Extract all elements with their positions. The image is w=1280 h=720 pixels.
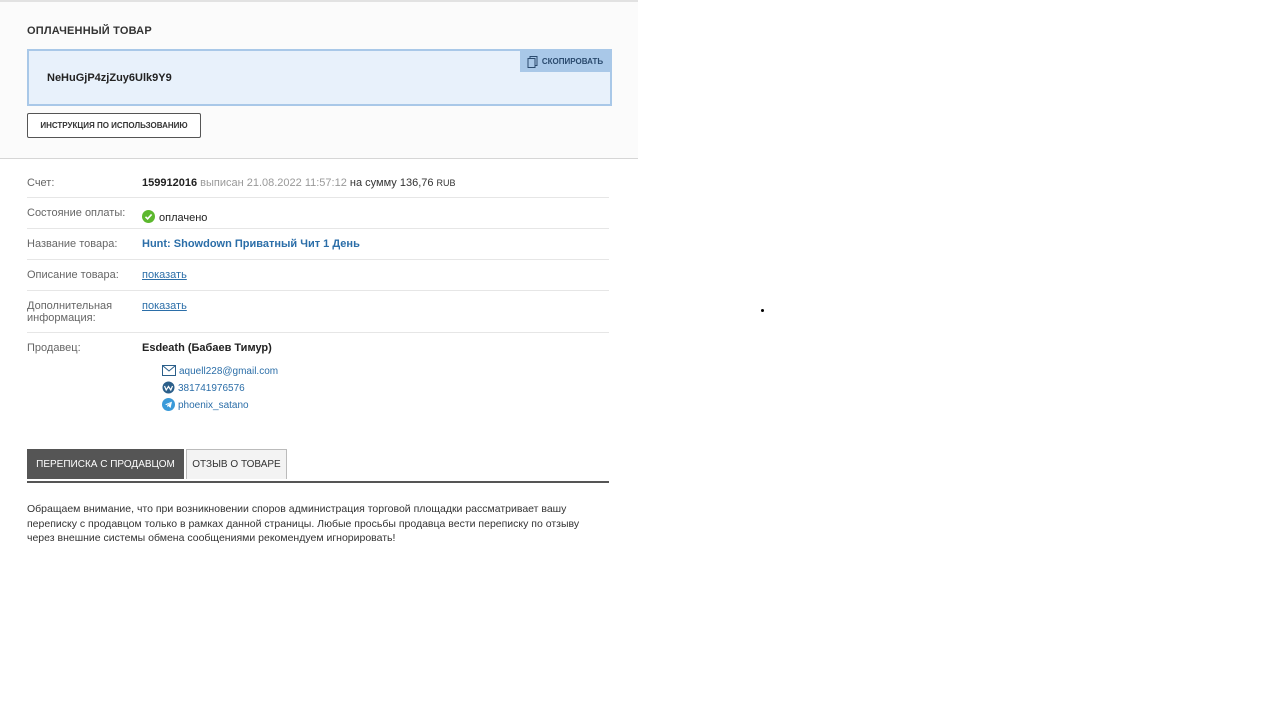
invoice-row: Счет: 159912016 выписан 21.08.2022 11:57…	[27, 168, 609, 198]
seller-name: Esdeath (Бабаев Тимур)	[142, 342, 272, 354]
copy-label: СКОПИРОВАТЬ	[541, 57, 604, 66]
invoice-number: 159912016	[142, 177, 198, 189]
instruction-button[interactable]: ИНСТРУКЦИЯ ПО ИСПОЛЬЗОВАНИЮ	[27, 113, 201, 138]
invoice-currency: RUB	[436, 178, 456, 188]
payment-status-row: Состояние оплаты: оплачено	[27, 198, 609, 229]
product-code-box[interactable]: NeHuGjP4zjZuy6Ulk9Y9 СКОПИРОВАТЬ	[27, 49, 612, 106]
product-code[interactable]: NeHuGjP4zjZuy6Ulk9Y9	[47, 72, 172, 84]
invoice-value: 159912016 выписан 21.08.2022 11:57:12 на…	[142, 177, 609, 189]
seller-value: Esdeath (Бабаев Тимур) aquell228@gmail.c…	[142, 342, 609, 423]
payment-status-value: оплачено	[142, 207, 609, 228]
telegram-icon	[162, 397, 175, 414]
seller-email-text[interactable]: aquell228@gmail.com	[179, 366, 278, 377]
payment-status-label: Состояние оплаты:	[27, 207, 126, 219]
webmoney-icon	[162, 381, 175, 397]
copy-button[interactable]: СКОПИРОВАТЬ	[520, 51, 610, 72]
order-info: Счет: 159912016 выписан 21.08.2022 11:57…	[27, 168, 609, 423]
purchased-panel: ОПЛАЧЕННЫЙ ТОВАР NeHuGjP4zjZuy6Ulk9Y9 СК…	[0, 0, 638, 159]
product-name-link[interactable]: Hunt: Showdown Приватный Чит 1 День	[142, 238, 609, 259]
copy-icon	[527, 55, 538, 68]
dispute-notice: Обращаем внимание, что при возникновении…	[27, 503, 580, 544]
show-description-link[interactable]: показать	[142, 269, 187, 281]
show-additional-info-link[interactable]: показать	[142, 300, 187, 312]
invoice-issued: выписан 21.08.2022 11:57:12	[200, 177, 347, 189]
additional-info-row: Дополнительная информация: показать	[27, 291, 609, 333]
product-description-label: Описание товара:	[27, 269, 119, 281]
check-circle-icon	[142, 209, 155, 226]
invoice-amount: на сумму 136,76	[349, 177, 434, 189]
invoice-label: Счет:	[27, 177, 55, 189]
product-name-label: Название товара:	[27, 238, 118, 250]
stray-dot	[761, 309, 764, 312]
mail-icon	[162, 364, 176, 379]
seller-email[interactable]: aquell228@gmail.com	[162, 363, 609, 380]
purchased-title: ОПЛАЧЕННЫЙ ТОВАР	[27, 25, 152, 37]
order-page: ОПЛАЧЕННЫЙ ТОВАР NeHuGjP4zjZuy6Ulk9Y9 СК…	[0, 0, 638, 544]
seller-row: Продавец: Esdeath (Бабаев Тимур) aquell2…	[27, 333, 609, 423]
product-name-row: Название товара: Hunt: Showdown Приватны…	[27, 229, 609, 260]
seller-webmoney-text[interactable]: 381741976576	[178, 383, 245, 394]
seller-telegram-text[interactable]: phoenix_satano	[178, 400, 249, 411]
tab-bar: ПЕРЕПИСКА С ПРОДАВЦОМ ОТЗЫВ О ТОВАРЕ	[27, 449, 609, 483]
additional-info-label: Дополнительная информация:	[27, 300, 113, 324]
seller-telegram[interactable]: phoenix_satano	[162, 397, 609, 414]
payment-status-text: оплачено	[159, 211, 208, 224]
tab-product-review[interactable]: ОТЗЫВ О ТОВАРЕ	[186, 449, 287, 479]
seller-webmoney[interactable]: 381741976576	[162, 380, 609, 397]
tab-seller-chat[interactable]: ПЕРЕПИСКА С ПРОДАВЦОМ	[27, 449, 184, 479]
seller-label: Продавец:	[27, 342, 81, 354]
product-description-row: Описание товара: показать	[27, 260, 609, 291]
seller-contacts: aquell228@gmail.com 381741976576 phoenix…	[162, 363, 609, 414]
